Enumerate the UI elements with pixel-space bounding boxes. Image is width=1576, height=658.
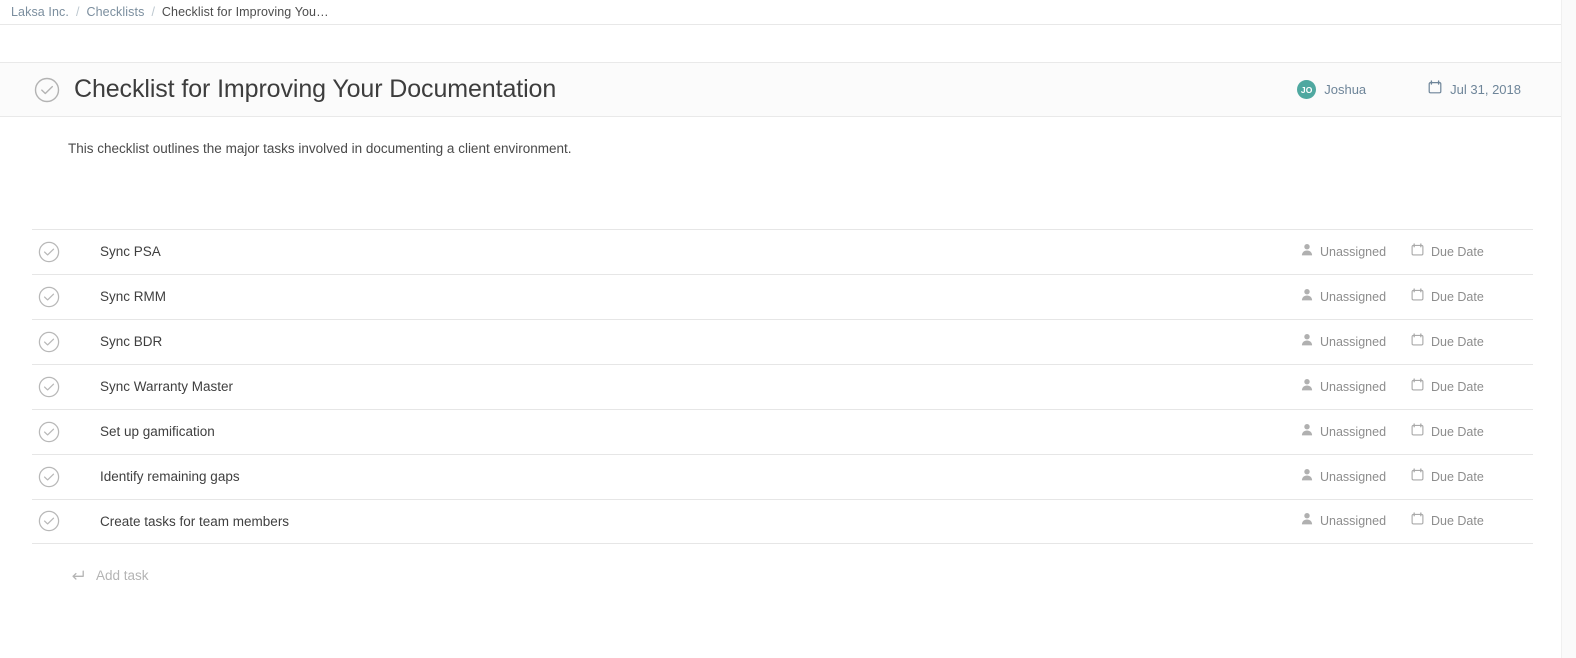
task-meta: Unassigned Due Date [1301, 378, 1505, 396]
task-label: Sync Warranty Master [100, 379, 1301, 394]
task-assignee[interactable]: Unassigned [1301, 512, 1411, 530]
calendar-icon [1411, 333, 1424, 351]
task-assignee[interactable]: Unassigned [1301, 243, 1411, 261]
task-meta: Unassigned Due Date [1301, 468, 1505, 486]
task-due-date-label: Due Date [1431, 290, 1484, 304]
task-assignee-label: Unassigned [1320, 245, 1386, 259]
person-icon [1301, 512, 1313, 530]
task-due-date[interactable]: Due Date [1411, 423, 1505, 441]
table-row[interactable]: Sync Warranty Master Unassigned [32, 364, 1533, 409]
task-due-date-label: Due Date [1431, 245, 1484, 259]
calendar-icon [1428, 80, 1442, 99]
person-icon [1301, 288, 1313, 306]
header-assignee-name: Joshua [1324, 82, 1366, 97]
task-due-date-label: Due Date [1431, 470, 1484, 484]
task-assignee[interactable]: Unassigned [1301, 378, 1411, 396]
table-row[interactable]: Sync RMM Unassigned [32, 274, 1533, 319]
task-meta: Unassigned Due Date [1301, 243, 1505, 261]
task-meta: Unassigned Due Date [1301, 512, 1505, 530]
calendar-icon [1411, 423, 1424, 441]
checklist-page: Laksa Inc. / Checklists / Checklist for … [0, 0, 1561, 658]
page-title: Checklist for Improving Your Documentati… [74, 75, 556, 104]
vertical-scrollbar[interactable] [1561, 0, 1576, 658]
breadcrumb-item-current: Checklist for Improving You… [162, 5, 329, 19]
table-row[interactable]: Sync BDR Unassigned [32, 319, 1533, 364]
task-assignee-label: Unassigned [1320, 380, 1386, 394]
task-label: Sync RMM [100, 289, 1301, 304]
calendar-icon [1411, 468, 1424, 486]
calendar-icon [1411, 243, 1424, 261]
table-row[interactable]: Create tasks for team members Unassigned [32, 499, 1533, 544]
header-due-date[interactable]: Jul 31, 2018 [1428, 80, 1521, 99]
task-assignee-label: Unassigned [1320, 335, 1386, 349]
person-icon [1301, 243, 1313, 261]
person-icon [1301, 423, 1313, 441]
header-assignee[interactable]: JO Joshua [1297, 80, 1366, 99]
checklist-description: This checklist outlines the major tasks … [0, 140, 1561, 159]
task-due-date-label: Due Date [1431, 380, 1484, 394]
person-icon [1301, 468, 1313, 486]
task-due-date[interactable]: Due Date [1411, 378, 1505, 396]
task-assignee[interactable]: Unassigned [1301, 288, 1411, 306]
table-row[interactable]: Sync PSA Unassigned [32, 229, 1533, 274]
task-assignee-label: Unassigned [1320, 470, 1386, 484]
table-row[interactable]: Set up gamification Unassigned [32, 409, 1533, 454]
task-due-date-label: Due Date [1431, 425, 1484, 439]
task-due-date[interactable]: Due Date [1411, 333, 1505, 351]
task-due-date[interactable]: Due Date [1411, 288, 1505, 306]
task-label: Create tasks for team members [100, 514, 1301, 529]
task-label: Sync PSA [100, 244, 1301, 259]
task-meta: Unassigned Due Date [1301, 288, 1505, 306]
checklist-title-group: Checklist for Improving Your Documentati… [34, 75, 1297, 104]
calendar-icon [1411, 288, 1424, 306]
add-task-label: Add task [96, 568, 149, 583]
task-assignee-label: Unassigned [1320, 514, 1386, 528]
breadcrumb-separator: / [76, 5, 79, 19]
checklist-header: Checklist for Improving Your Documentati… [0, 62, 1561, 117]
add-task-button[interactable]: Add task [0, 565, 1561, 587]
calendar-icon [1411, 512, 1424, 530]
task-assignee-label: Unassigned [1320, 290, 1386, 304]
avatar: JO [1297, 80, 1316, 99]
task-due-date[interactable]: Due Date [1411, 512, 1505, 530]
task-label: Set up gamification [100, 424, 1301, 439]
task-assignee[interactable]: Unassigned [1301, 423, 1411, 441]
breadcrumb: Laksa Inc. / Checklists / Checklist for … [0, 0, 1561, 25]
task-assignee[interactable]: Unassigned [1301, 468, 1411, 486]
person-icon [1301, 378, 1313, 396]
task-assignee[interactable]: Unassigned [1301, 333, 1411, 351]
task-meta: Unassigned Due Date [1301, 333, 1505, 351]
person-icon [1301, 333, 1313, 351]
header-meta: JO Joshua Jul 31, 2018 [1297, 80, 1521, 99]
task-due-date[interactable]: Due Date [1411, 243, 1505, 261]
task-due-date-label: Due Date [1431, 514, 1484, 528]
table-row[interactable]: Identify remaining gaps Unassigned [32, 454, 1533, 499]
enter-arrow-icon [70, 568, 85, 583]
task-due-date[interactable]: Due Date [1411, 468, 1505, 486]
breadcrumb-item-checklists[interactable]: Checklists [86, 5, 144, 19]
task-meta: Unassigned Due Date [1301, 423, 1505, 441]
task-list: Sync PSA Unassigned [0, 229, 1561, 544]
task-due-date-label: Due Date [1431, 335, 1484, 349]
breadcrumb-separator: / [151, 5, 154, 19]
task-assignee-label: Unassigned [1320, 425, 1386, 439]
circle-check-icon[interactable] [34, 77, 60, 103]
header-due-date-label: Jul 31, 2018 [1450, 82, 1521, 97]
calendar-icon [1411, 378, 1424, 396]
task-label: Identify remaining gaps [100, 469, 1301, 484]
task-label: Sync BDR [100, 334, 1301, 349]
breadcrumb-item-company[interactable]: Laksa Inc. [11, 5, 69, 19]
